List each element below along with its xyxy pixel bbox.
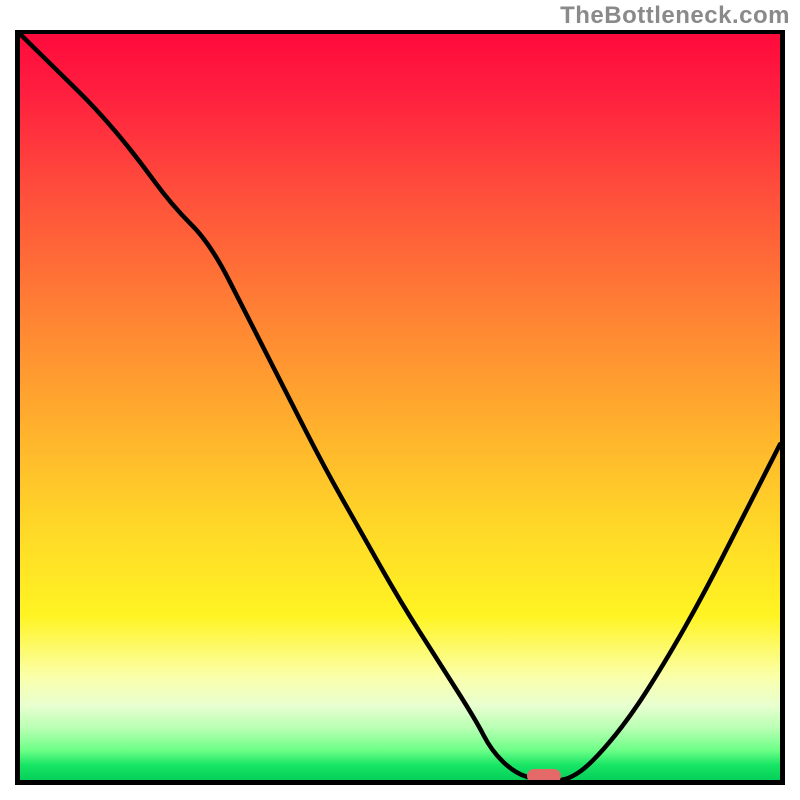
curve-path <box>20 34 780 780</box>
chart-stage: TheBottleneck.com <box>0 0 800 800</box>
bottleneck-curve <box>20 34 780 780</box>
optimal-marker <box>527 769 561 783</box>
plot-frame <box>15 30 785 785</box>
watermark-text: TheBottleneck.com <box>560 2 790 30</box>
